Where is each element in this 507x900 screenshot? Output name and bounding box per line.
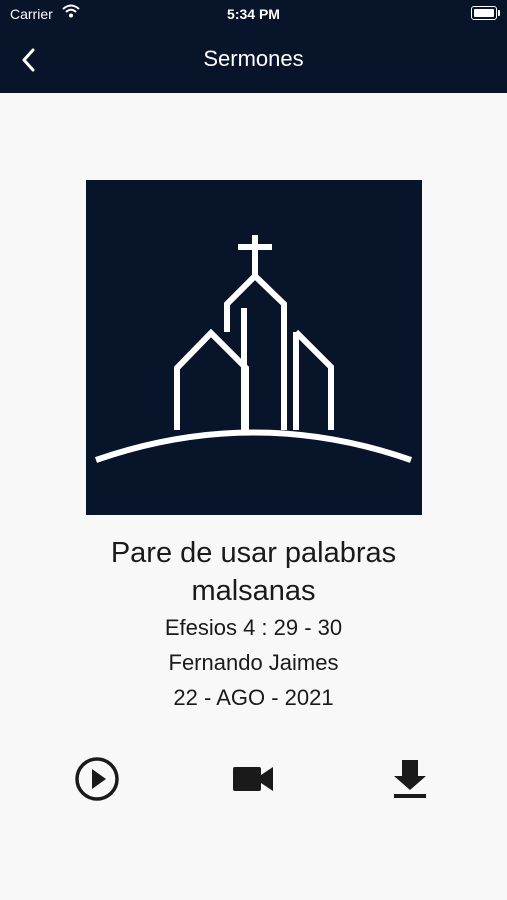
sermon-date: 22 - AGO - 2021 — [173, 685, 334, 710]
status-bar: Carrier 5:34 PM — [0, 0, 507, 28]
video-button[interactable] — [230, 756, 276, 802]
download-icon — [394, 760, 426, 798]
download-button[interactable] — [387, 756, 433, 802]
page-title: Sermones — [203, 46, 304, 71]
video-camera-icon — [233, 767, 273, 791]
play-circle-icon — [75, 757, 119, 801]
sermon-artwork — [86, 180, 422, 515]
sermon-info: Pare de usar palabras malsanas Efesios 4… — [0, 534, 507, 715]
media-actions — [0, 756, 507, 802]
navigation-bar: Carrier 5:34 PM Sermones — [0, 0, 507, 93]
church-logo-icon — [95, 235, 412, 463]
play-button[interactable] — [74, 756, 120, 802]
sermon-speaker: Fernando Jaimes — [168, 650, 339, 675]
status-time: 5:34 PM — [227, 6, 280, 22]
sermon-passage: Efesios 4 : 29 - 30 — [164, 615, 343, 640]
battery-icon — [471, 6, 500, 20]
sermon-title: Pare de usar palabras malsanas — [110, 537, 397, 607]
